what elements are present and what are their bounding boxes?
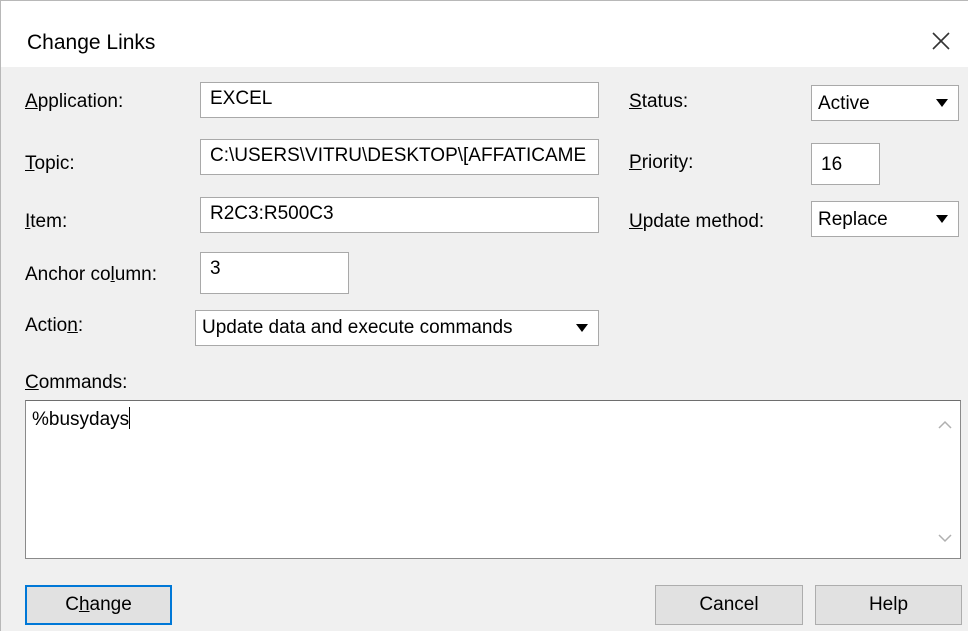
status-dropdown-arrow[interactable] (927, 87, 957, 119)
cancel-button[interactable]: Cancel (655, 585, 803, 625)
chevron-down-icon (936, 99, 948, 107)
update-method-value: Replace (818, 209, 888, 230)
action-value: Update data and execute commands (202, 317, 513, 338)
action-dropdown-arrow[interactable] (567, 312, 597, 344)
commands-textarea[interactable]: %busydays (25, 400, 961, 559)
priority-input[interactable]: 16 (811, 143, 880, 185)
update-method-label: Update method: (629, 211, 765, 232)
update-method-dropdown[interactable]: Replace (811, 201, 959, 237)
status-value: Active (818, 93, 870, 114)
text-caret (129, 407, 131, 429)
close-button[interactable] (927, 27, 955, 55)
topic-label: Topic: (25, 153, 75, 174)
application-value: EXCEL (210, 88, 273, 109)
application-input[interactable]: EXCEL (200, 82, 599, 118)
item-label: Item: (25, 211, 68, 232)
topic-input[interactable]: C:\USERS\VITRU\DESKTOP\[AFFATICAME (200, 139, 599, 175)
item-input[interactable]: R2C3:R500C3 (200, 197, 599, 233)
chevron-down-icon (936, 215, 948, 223)
dialog-title: Change Links (27, 31, 156, 54)
topic-value: C:\USERS\VITRU\DESKTOP\[AFFATICAME (210, 145, 587, 166)
commands-text: %busydays (32, 407, 131, 430)
status-dropdown[interactable]: Active (811, 85, 959, 121)
anchor-column-label: Anchor column: (25, 264, 158, 285)
priority-value: 16 (821, 154, 843, 175)
anchor-column-value: 3 (210, 258, 221, 279)
anchor-column-input[interactable]: 3 (200, 252, 349, 294)
status-label: Status: (629, 91, 689, 112)
scroll-down-arrow-icon[interactable] (938, 534, 952, 544)
close-icon (932, 32, 950, 50)
title-bar: Change Links (1, 1, 968, 67)
chevron-down-icon (576, 324, 588, 332)
action-dropdown[interactable]: Update data and execute commands (195, 310, 599, 346)
change-button[interactable]: Change (25, 585, 172, 625)
priority-label: Priority: (629, 152, 694, 173)
scroll-up-arrow-icon[interactable] (938, 419, 952, 429)
commands-label: Commands: (25, 372, 128, 393)
item-value: R2C3:R500C3 (210, 203, 334, 224)
application-label: Application: (25, 91, 124, 112)
help-button[interactable]: Help (815, 585, 962, 625)
action-label: Action: (25, 315, 84, 336)
change-links-dialog: Change Links Application: EXCEL Topic: C… (0, 0, 968, 631)
update-method-dropdown-arrow[interactable] (927, 203, 957, 235)
